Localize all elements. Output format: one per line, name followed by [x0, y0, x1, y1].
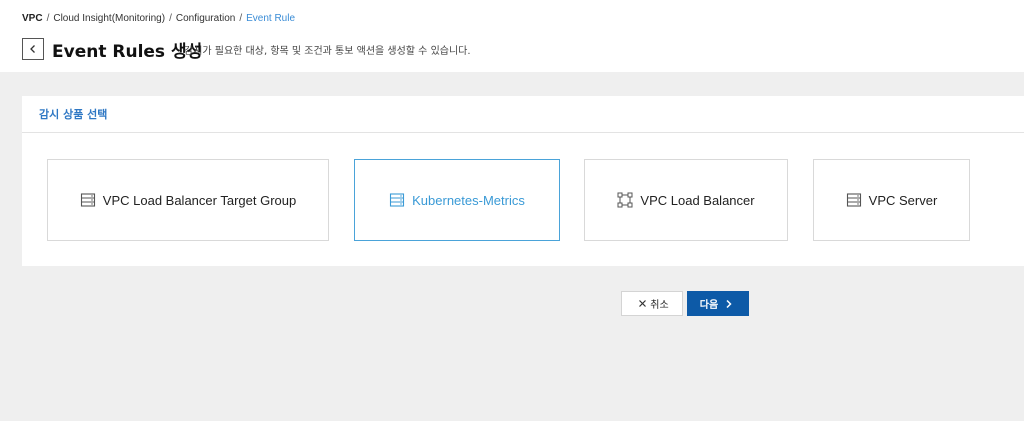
product-card-label: Kubernetes-Metrics	[412, 192, 525, 208]
breadcrumb-item-vpc[interactable]: VPC	[22, 13, 43, 24]
page-description: 감시가 필요한 대상, 항목 및 조건과 통보 액션을 생성할 수 있습니다.	[184, 46, 471, 57]
product-card-label: VPC Server	[868, 192, 938, 208]
product-card-label: VPC Load Balancer	[640, 192, 755, 208]
cancel-button-label: 취소	[650, 300, 669, 311]
breadcrumb-separator: /	[239, 13, 243, 24]
back-button[interactable]	[22, 38, 44, 60]
load-balancer-icon	[617, 192, 633, 208]
chevron-right-icon	[725, 299, 733, 309]
breadcrumb-item-event-rule: Event Rule	[246, 13, 296, 24]
product-select-panel: 감시 상품 선택 VPC Load Balancer Target Group …	[22, 96, 1024, 266]
panel-title: 감시 상품 선택	[39, 108, 108, 121]
product-card-vpc-load-balancer[interactable]: VPC Load Balancer	[584, 159, 788, 241]
product-card-vpc-lb-target-group[interactable]: VPC Load Balancer Target Group	[47, 159, 329, 241]
next-button-label: 다음	[699, 300, 719, 311]
breadcrumb-separator: /	[169, 13, 172, 24]
page-header: VPC / Cloud Insight(Monitoring) / Config…	[0, 0, 1024, 72]
chevron-left-icon	[30, 45, 35, 53]
page-title: Event Rules 생성	[52, 42, 203, 62]
server-list-icon	[846, 192, 862, 208]
cancel-button[interactable]: 취소	[621, 291, 683, 316]
panel-header: 감시 상품 선택	[22, 96, 1024, 133]
server-list-icon	[80, 192, 96, 208]
product-card-kubernetes-metrics[interactable]: Kubernetes-Metrics	[354, 159, 560, 241]
close-icon	[638, 299, 647, 308]
product-card-vpc-server[interactable]: VPC Server	[813, 159, 970, 241]
server-list-icon	[389, 192, 405, 208]
next-button[interactable]: 다음	[687, 291, 749, 316]
breadcrumb-separator: /	[46, 13, 50, 24]
breadcrumb-item-cloud-insight[interactable]: Cloud Insight(Monitoring)	[53, 13, 165, 24]
breadcrumb-item-configuration[interactable]: Configuration	[176, 13, 235, 24]
product-card-label: VPC Load Balancer Target Group	[102, 192, 297, 208]
breadcrumb: VPC / Cloud Insight(Monitoring) / Config…	[22, 13, 295, 24]
